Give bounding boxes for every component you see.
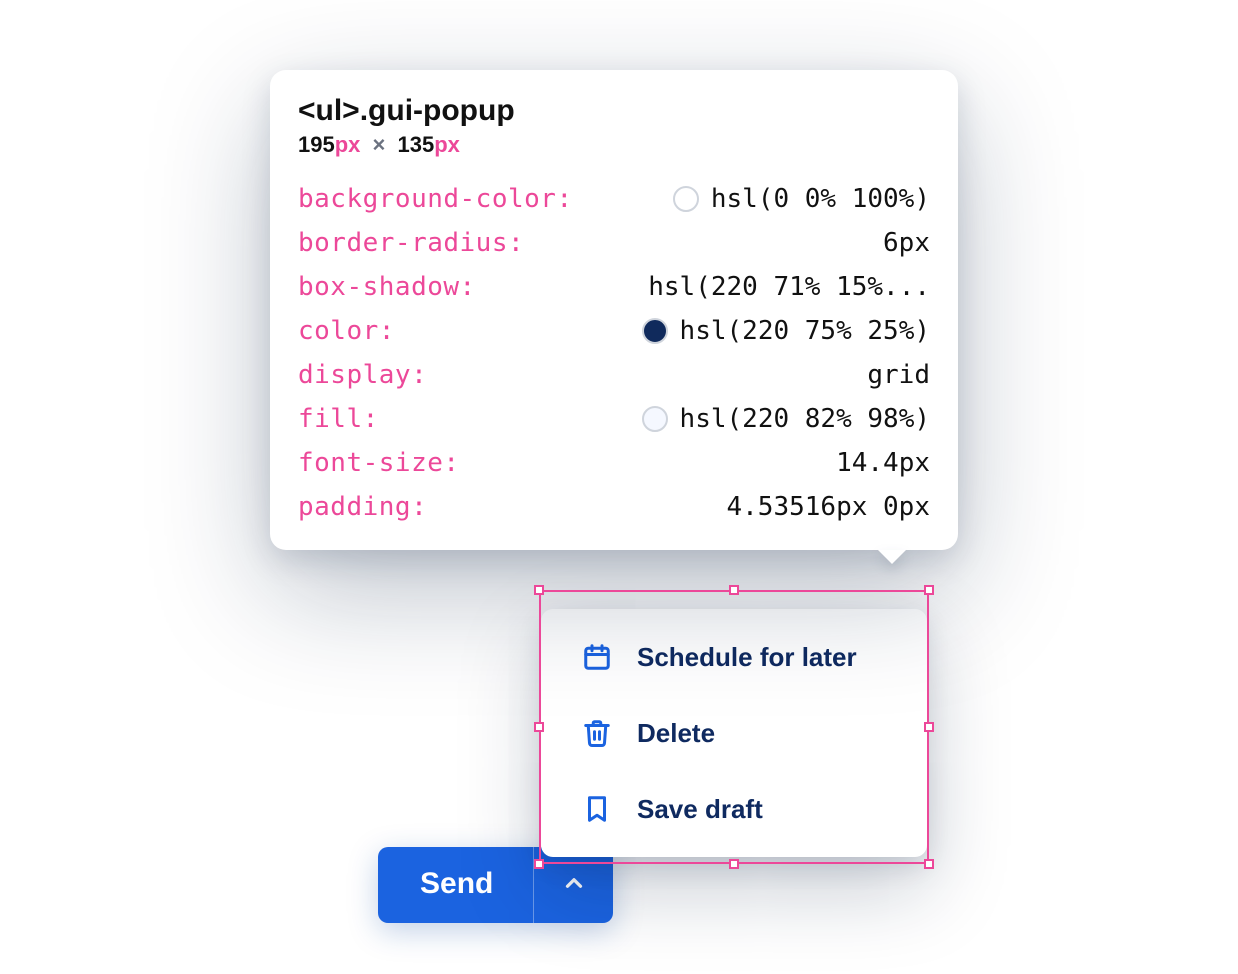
selection-handle [534, 585, 544, 595]
inspector-property-row: border-radius: 6px [298, 228, 930, 258]
inspector-dimensions: 195px × 135px [298, 132, 930, 158]
selection-handle [729, 859, 739, 869]
calendar-icon [581, 641, 613, 673]
color-swatch [642, 406, 668, 432]
selection-handle [924, 859, 934, 869]
property-value-text: hsl(220 82% 98%) [680, 404, 930, 434]
inspector-tooltip: <ul>.gui-popup 195px × 135px background-… [270, 70, 958, 550]
inspector-property-row: padding: 4.53516px 0px [298, 492, 930, 522]
property-value: 14.4px [836, 448, 930, 478]
property-value: hsl(0 0% 100%) [673, 184, 930, 214]
popup-item-label: Save draft [637, 794, 763, 825]
inspector-selector-tag: <ul> [298, 94, 360, 127]
gui-popup: Schedule for later Delete Save draft [541, 609, 927, 857]
property-value: 6px [883, 228, 930, 258]
inspector-property-row: background-color: hsl(0 0% 100%) [298, 184, 930, 214]
popup-item-delete[interactable]: Delete [541, 695, 927, 771]
send-dropdown-toggle[interactable] [533, 847, 613, 923]
inspector-property-row: color: hsl(220 75% 25%) [298, 316, 930, 346]
property-name: border-radius: [298, 228, 524, 258]
selection-handle [924, 585, 934, 595]
property-value-text: 14.4px [836, 448, 930, 478]
popup-item-schedule[interactable]: Schedule for later [541, 619, 927, 695]
inspector-selector-class: .gui-popup [360, 94, 515, 127]
property-value-text: hsl(0 0% 100%) [711, 184, 930, 214]
property-value-text: hsl(220 71% 15%... [648, 272, 930, 302]
property-value-text: 4.53516px 0px [727, 492, 931, 522]
send-split-button: Send [378, 847, 613, 923]
inspector-property-row: font-size: 14.4px [298, 448, 930, 478]
property-value: hsl(220 75% 25%) [642, 316, 930, 346]
property-value-text: 6px [883, 228, 930, 258]
inspector-property-list: background-color: hsl(0 0% 100%) border-ra… [298, 184, 930, 522]
inspector-property-row: display: grid [298, 360, 930, 390]
property-name: padding: [298, 492, 427, 522]
property-name: fill: [298, 404, 379, 434]
property-value: hsl(220 82% 98%) [642, 404, 930, 434]
color-swatch [642, 318, 668, 344]
property-name: display: [298, 360, 427, 390]
chevron-up-icon [561, 870, 587, 901]
popup-item-label: Schedule for later [637, 642, 857, 673]
inspector-property-row: box-shadow: hsl(220 71% 15%... [298, 272, 930, 302]
bookmark-icon [581, 793, 613, 825]
px-unit: px [335, 132, 361, 157]
trash-icon [581, 717, 613, 749]
property-value-text: hsl(220 75% 25%) [680, 316, 930, 346]
dimension-cross: × [373, 132, 386, 157]
color-swatch [673, 186, 699, 212]
property-name: background-color: [298, 184, 573, 214]
send-button-label: Send [420, 867, 493, 900]
selection-handle [729, 585, 739, 595]
property-name: font-size: [298, 448, 460, 478]
send-button[interactable]: Send [378, 847, 533, 923]
inspector-selector: <ul>.gui-popup [298, 94, 930, 128]
popup-item-save-draft[interactable]: Save draft [541, 771, 927, 847]
px-unit: px [434, 132, 460, 157]
inspector-property-row: fill: hsl(220 82% 98%) [298, 404, 930, 434]
property-name: box-shadow: [298, 272, 476, 302]
property-value: hsl(220 71% 15%... [648, 272, 930, 302]
inspector-height: 135 [398, 132, 435, 157]
property-value: 4.53516px 0px [727, 492, 931, 522]
property-value: grid [867, 360, 930, 390]
inspector-width: 195 [298, 132, 335, 157]
property-name: color: [298, 316, 395, 346]
property-value-text: grid [867, 360, 930, 390]
popup-item-label: Delete [637, 718, 715, 749]
